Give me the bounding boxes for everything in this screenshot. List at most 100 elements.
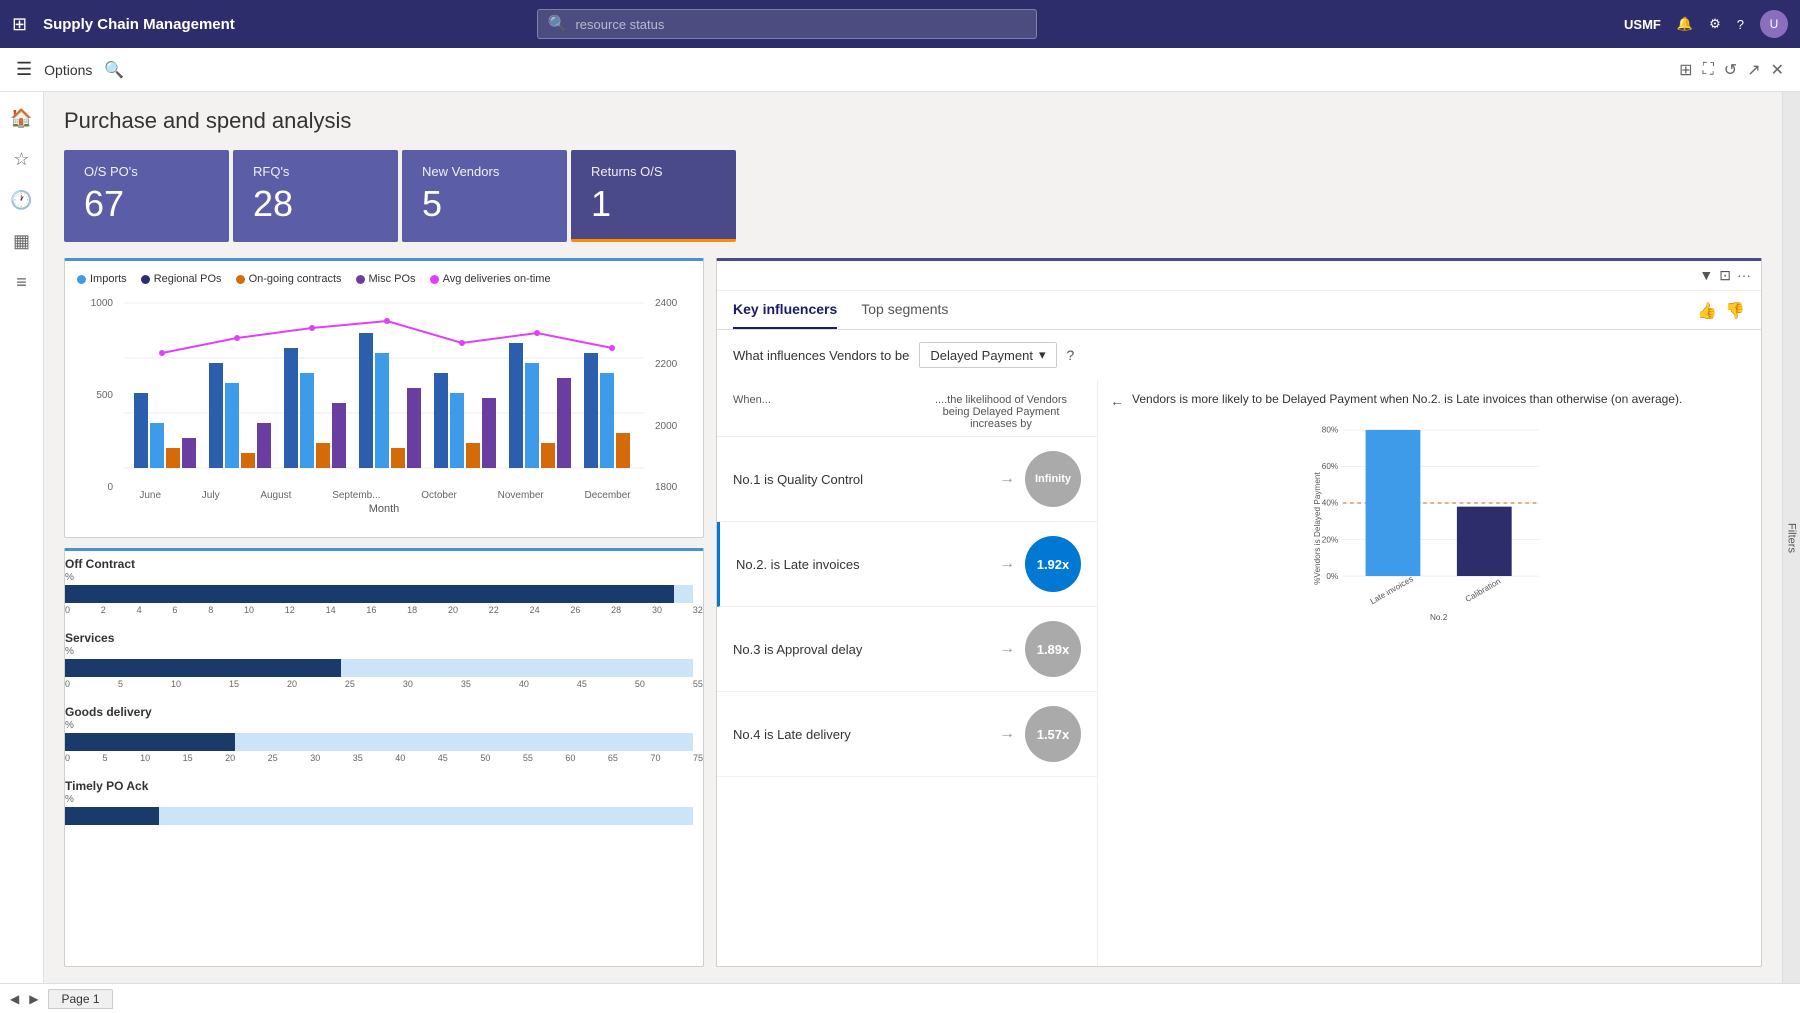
legend-imports: Imports	[77, 273, 127, 285]
ki-item-0[interactable]: No.1 is Quality Control → Infinity	[717, 437, 1097, 522]
ki-list: When... ....the likelihood of Vendors be…	[717, 380, 1097, 966]
ki-bubble-2: 1.89x	[1025, 621, 1081, 677]
settings-icon[interactable]: ⚙	[1709, 16, 1721, 32]
table-icon[interactable]: ▦	[7, 225, 36, 258]
ki-detail: ← Vendors is more likely to be Delayed P…	[1097, 380, 1761, 966]
tab-key-influencers[interactable]: Key influencers	[733, 301, 837, 329]
legend-avg: Avg deliveries on-time	[430, 273, 551, 285]
help-icon[interactable]: ?	[1737, 17, 1744, 32]
left-charts: Imports Regional POs On-going contracts …	[64, 258, 704, 967]
back-arrow-icon[interactable]: ←	[1110, 393, 1124, 409]
chart-svg	[117, 293, 651, 483]
ki-header: Key influencers Top segments 👍 👎	[717, 291, 1761, 330]
close-icon[interactable]: ✕	[1771, 60, 1784, 80]
y-axis-right: 2400 2200 2000 1800	[651, 293, 691, 513]
kpi-value-3: 1	[591, 183, 716, 225]
filter-icon[interactable]: ▼	[1699, 267, 1713, 284]
line-bar-chart: 1000 500 0	[77, 293, 691, 513]
hamburger-icon[interactable]: ☰	[16, 59, 32, 80]
bar-label-goods: Goods delivery	[65, 705, 703, 719]
svg-text:20%: 20%	[1322, 535, 1338, 544]
chart-area-inner: June July August Septemb... October Nove…	[117, 293, 651, 513]
bar-pct-services: %	[65, 646, 703, 657]
kpi-tile-1[interactable]: RFQ's 28	[233, 150, 398, 242]
ki-bubble-0: Infinity	[1025, 451, 1081, 507]
ki-chart-svg: %Vendors is Delayed Payment 80% 60% 40% …	[1110, 419, 1749, 629]
more-options-icon[interactable]: ···	[1737, 267, 1751, 284]
sec-nav: ☰ Options 🔍 ⊞ ⛶ ↺ ↗ ✕	[0, 48, 1800, 92]
bar-pct-offcontract: %	[65, 572, 703, 583]
svg-text:60%: 60%	[1322, 462, 1338, 471]
ki-question: What influences Vendors to be Delayed Pa…	[717, 330, 1761, 380]
ki-arrow-0: →	[999, 470, 1015, 488]
x-axis-title: Month	[117, 503, 651, 515]
search-input[interactable]	[575, 17, 1025, 32]
ki-dropdown[interactable]: Delayed Payment ▾	[919, 342, 1056, 368]
y-axis-left: 1000 500 0	[77, 293, 117, 513]
search-icon: 🔍	[548, 14, 568, 34]
ki-item-label-2: No.3 is Approval delay	[733, 642, 989, 657]
bar-label-services: Services	[65, 631, 703, 645]
svg-text:40%: 40%	[1322, 499, 1338, 508]
ki-detail-chart: %Vendors is Delayed Payment 80% 60% 40% …	[1110, 419, 1749, 954]
clock-icon[interactable]: 🕐	[4, 184, 38, 217]
ki-item-3[interactable]: No.4 is Late delivery → 1.57x	[717, 692, 1097, 777]
bar-xlabels-offcontract: 02468101214161820222426283032	[65, 605, 703, 615]
page-1-tab[interactable]: Page 1	[48, 989, 112, 1009]
sec-search-icon[interactable]: 🔍	[104, 60, 124, 80]
legend-regional: Regional POs	[141, 273, 222, 285]
right-ai-panel: ▼ ⊡ ··· Key influencers Top segments 👍 👎…	[716, 258, 1762, 967]
ki-bubble-1: 1.92x	[1025, 536, 1081, 592]
ki-body: When... ....the likelihood of Vendors be…	[717, 380, 1761, 966]
ki-item-2[interactable]: No.3 is Approval delay → 1.89x	[717, 607, 1097, 692]
svg-text:80%: 80%	[1322, 426, 1338, 435]
ki-dropdown-value: Delayed Payment	[930, 348, 1033, 363]
kpi-tile-3[interactable]: Returns O/S 1	[571, 150, 736, 242]
ki-item-label-3: No.4 is Late delivery	[733, 727, 989, 742]
left-sidebar: 🏠 ☆ 🕐 ▦ ≡	[0, 92, 44, 1013]
kpi-tile-2[interactable]: New Vendors 5	[402, 150, 567, 242]
tab-top-segments[interactable]: Top segments	[861, 301, 948, 329]
home-icon[interactable]: 🏠	[4, 102, 38, 135]
filters-sidebar[interactable]: Filters	[1782, 92, 1800, 983]
fullscreen-icon[interactable]: ⛶	[1703, 61, 1714, 79]
app-grid-icon[interactable]: ⊞	[12, 14, 27, 35]
list-icon[interactable]: ≡	[10, 266, 33, 299]
focus-mode-icon[interactable]: ⊡	[1719, 267, 1731, 284]
thumbs-down-icon[interactable]: 👎	[1725, 301, 1745, 321]
bar-pct-timely: %	[65, 794, 703, 805]
grid-view-icon[interactable]: ⊞	[1679, 60, 1692, 80]
charts-area: Imports Regional POs On-going contracts …	[64, 258, 1762, 967]
bell-icon[interactable]: 🔔	[1677, 16, 1693, 32]
top-nav-right: USMF 🔔 ⚙ ? U	[1624, 10, 1788, 38]
kpi-label-3: Returns O/S	[591, 164, 716, 179]
ki-arrow-1: →	[999, 555, 1015, 573]
kpi-label-2: New Vendors	[422, 164, 547, 179]
kpi-tile-0[interactable]: O/S PO's 67	[64, 150, 229, 242]
bar-row-goods: Goods delivery % 05101520253035404550556…	[65, 705, 703, 763]
kpi-value-0: 67	[84, 183, 209, 225]
legend-imports-label: Imports	[90, 273, 127, 285]
share-icon[interactable]: ↗	[1747, 60, 1760, 80]
refresh-icon[interactable]: ↺	[1724, 60, 1737, 80]
legend-avg-label: Avg deliveries on-time	[443, 273, 551, 285]
options-label: Options	[44, 62, 92, 78]
ki-help-icon[interactable]: ?	[1067, 347, 1075, 363]
ki-item-1[interactable]: No.2. is Late invoices → 1.92x	[717, 522, 1097, 607]
svg-text:Calibration: Calibration	[1464, 576, 1503, 604]
top-search-bar[interactable]: 🔍	[537, 9, 1037, 39]
avatar[interactable]: U	[1760, 10, 1788, 38]
ki-item-label-1: No.2. is Late invoices	[736, 557, 989, 572]
main-content: Purchase and spend analysis O/S PO's 67 …	[44, 92, 1782, 983]
svg-text:No.2: No.2	[1430, 613, 1448, 622]
page-title: Purchase and spend analysis	[64, 108, 1762, 134]
thumbs-up-icon[interactable]: 👍	[1697, 301, 1717, 321]
panel-toolbar: ▼ ⊡ ···	[717, 261, 1761, 291]
bar-xlabels-services: 0510152025303540455055	[65, 679, 703, 689]
kpi-row: O/S PO's 67 RFQ's 28 New Vendors 5 Retur…	[64, 150, 1762, 242]
ki-detail-description: Vendors is more likely to be Delayed Pay…	[1132, 392, 1682, 406]
star-icon[interactable]: ☆	[7, 143, 35, 176]
ki-list-header-increases: ....the likelihood of Vendors being Dela…	[921, 394, 1081, 430]
page-next-btn[interactable]: ▶	[29, 992, 38, 1006]
page-prev-btn[interactable]: ◀	[10, 992, 19, 1006]
